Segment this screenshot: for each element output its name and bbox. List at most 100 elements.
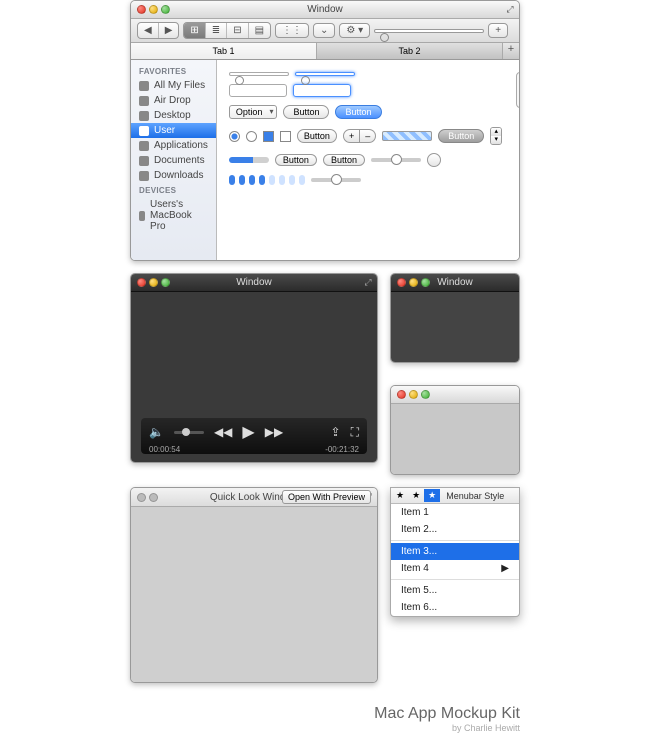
mini-dark-body <box>391 292 519 362</box>
sidebar-item-all-my-files[interactable]: All My Files <box>131 78 216 93</box>
tab-well: Tab 1 Tab 2 <box>516 72 520 108</box>
mini-light-titlebar <box>391 386 519 404</box>
menubar-sample: ★ ★ ★ Menubar Style Item 1 Item 2... Ite… <box>390 487 520 617</box>
close-icon[interactable] <box>397 390 406 399</box>
sidebar-header-favorites: FAVORITES <box>131 64 216 78</box>
minimize-icon[interactable] <box>149 5 158 14</box>
menu-item-1[interactable]: Item 1 <box>391 504 519 521</box>
zoom-icon[interactable] <box>161 5 170 14</box>
button-primary[interactable]: Button <box>335 105 381 119</box>
minimize-icon[interactable] <box>149 493 158 502</box>
nav-back-button[interactable]: ◀ <box>138 23 159 38</box>
close-icon[interactable] <box>137 278 146 287</box>
menubar-label: Menubar Style <box>440 490 510 502</box>
slider-knob-2[interactable] <box>331 174 342 185</box>
volume-knob[interactable] <box>182 428 190 436</box>
button-grey[interactable]: Button <box>438 129 484 143</box>
share-icon[interactable]: ⇪ <box>331 425 341 439</box>
radio-on[interactable] <box>229 131 240 142</box>
view-cover-button[interactable]: ▤ <box>249 23 270 38</box>
toolbar-plus-button[interactable]: + <box>488 23 508 38</box>
slider-2[interactable] <box>311 178 361 182</box>
stepper-minus-button[interactable]: – <box>360 129 376 143</box>
view-list-button[interactable]: ≣ <box>206 23 227 38</box>
zoom-icon[interactable] <box>421 390 430 399</box>
nav-forward-button[interactable]: ▶ <box>159 23 179 38</box>
close-icon[interactable] <box>137 5 146 14</box>
open-with-preview-button[interactable]: Open With Preview <box>282 490 371 504</box>
rewind-button[interactable]: ◀◀ <box>214 425 232 439</box>
minimize-icon[interactable] <box>149 278 158 287</box>
menu-item-3[interactable]: Item 3... <box>391 543 519 560</box>
finder-window: Window ⤢ ◀ ▶ ⊞ ≣ ⊟ ▤ ⋮⋮ ⌄ ⚙ ▾ + Tab 1 Ta… <box>130 0 520 261</box>
menu-separator <box>391 540 519 541</box>
nav-back-forward: ◀ ▶ <box>137 22 179 39</box>
text-field-normal[interactable] <box>229 84 287 97</box>
tab-2[interactable]: Tab 2 <box>317 43 503 59</box>
sidebar-item-macbook[interactable]: Users's MacBook Pro <box>131 197 216 234</box>
action-gear-button[interactable]: ⚙ ▾ <box>339 23 370 38</box>
close-icon[interactable] <box>137 493 146 502</box>
tab-1[interactable]: Tab 1 <box>131 43 317 59</box>
search-field-normal[interactable] <box>229 72 289 76</box>
applications-icon <box>139 141 149 151</box>
mini-light-window <box>390 385 520 475</box>
menubar-icon-2[interactable]: ★ <box>408 489 424 502</box>
expand-icon[interactable]: ⤢ <box>363 277 373 287</box>
menu-item-2[interactable]: Item 2... <box>391 521 519 538</box>
button-mini-2[interactable]: Button <box>323 154 365 166</box>
slider-knob[interactable] <box>391 154 402 165</box>
sidebar-item-downloads[interactable]: Downloads <box>131 168 216 183</box>
stepper-plus-button[interactable]: + <box>343 129 360 143</box>
button-small[interactable]: Button <box>297 129 337 143</box>
button-default[interactable]: Button <box>283 105 329 119</box>
forward-button[interactable]: ▶▶ <box>265 425 283 439</box>
documents-icon <box>139 156 149 166</box>
search-input[interactable] <box>374 29 484 33</box>
sidebar-item-documents[interactable]: Documents <box>131 153 216 168</box>
radio-off[interactable] <box>246 131 257 142</box>
labels-button[interactable]: ⌄ <box>313 23 335 38</box>
view-icon-button[interactable]: ⊞ <box>184 23 205 38</box>
volume-slider[interactable] <box>174 431 204 434</box>
checkbox-on[interactable] <box>263 131 274 142</box>
sidebar-item-applications[interactable]: Applications <box>131 138 216 153</box>
media-body: 🔈 ◀◀ ▶ ▶▶ ⇪ ⛶ 00:00:54 -00:21:32 <box>131 292 377 462</box>
help-button[interactable] <box>427 153 441 167</box>
play-button[interactable]: ▶ <box>242 422 254 442</box>
arrange-button[interactable]: ⋮⋮ <box>275 23 309 38</box>
sidebar-item-airdrop[interactable]: Air Drop <box>131 93 216 108</box>
slider-horizontal[interactable] <box>371 158 421 162</box>
fullscreen-icon[interactable]: ⛶ <box>351 425 359 440</box>
minimize-icon[interactable] <box>409 278 418 287</box>
submenu-arrow-icon: ▶ <box>501 563 509 574</box>
menu-item-5[interactable]: Item 5... <box>391 582 519 599</box>
zoom-icon[interactable] <box>421 278 430 287</box>
stepper-vertical[interactable]: ▴▾ <box>490 127 502 145</box>
volume-icon[interactable]: 🔈 <box>149 425 164 439</box>
sidebar-item-desktop[interactable]: Desktop <box>131 108 216 123</box>
menu-item-6[interactable]: Item 6... <box>391 599 519 616</box>
rating-indicator[interactable] <box>229 175 305 185</box>
view-column-button[interactable]: ⊟ <box>227 23 248 38</box>
window-title: Window <box>131 4 519 15</box>
select-option[interactable]: Option <box>229 105 278 119</box>
menubar-icon-3[interactable]: ★ <box>424 489 440 502</box>
menubar-icon-1[interactable]: ★ <box>392 489 408 502</box>
time-elapsed: 00:00:54 <box>149 445 180 454</box>
minimize-icon[interactable] <box>409 390 418 399</box>
close-icon[interactable] <box>397 278 406 287</box>
expand-icon[interactable]: ⤢ <box>505 4 515 14</box>
menu-item-4[interactable]: Item 4▶ <box>391 560 519 577</box>
finder-toolbar: ◀ ▶ ⊞ ≣ ⊟ ▤ ⋮⋮ ⌄ ⚙ ▾ + <box>131 19 519 43</box>
button-mini[interactable]: Button <box>275 154 317 166</box>
checkbox-off[interactable] <box>280 131 291 142</box>
quicklook-window: Quick Look Window Open With Preview ⤢ <box>130 487 378 683</box>
text-field-focused[interactable] <box>293 84 351 97</box>
zoom-icon[interactable] <box>161 278 170 287</box>
kit-author: by Charlie Hewitt <box>130 723 520 733</box>
tab-add-button[interactable]: + <box>503 43 519 59</box>
search-field-focused[interactable] <box>295 72 355 76</box>
kit-title: Mac App Mockup Kit <box>130 705 520 723</box>
sidebar-item-user[interactable]: User <box>131 123 216 138</box>
